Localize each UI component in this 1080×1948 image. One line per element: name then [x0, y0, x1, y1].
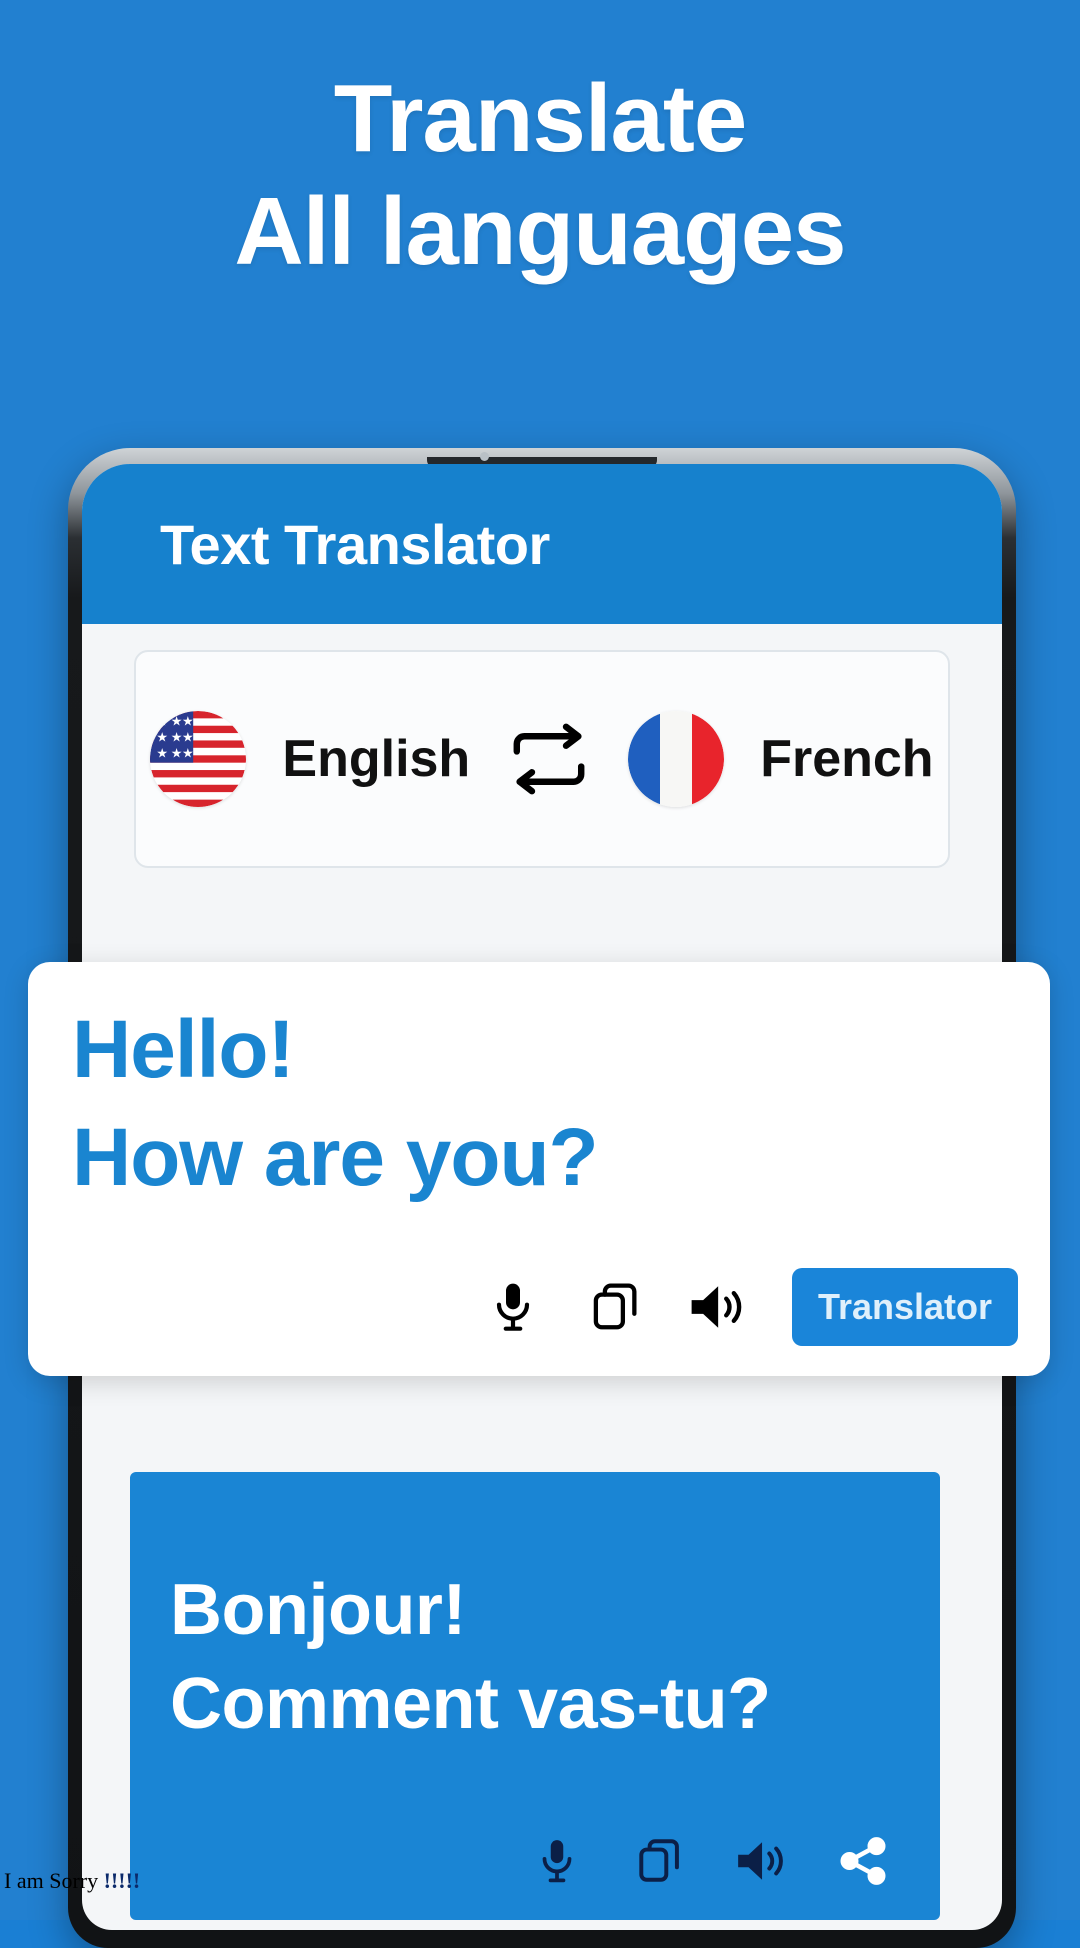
- source-text-line1: Hello!: [72, 1004, 295, 1095]
- fr-flag-icon: [628, 711, 725, 807]
- promo-headline-line2: All languages: [234, 178, 846, 286]
- language-selector[interactable]: ★ ★ ★ ★ ★ ★ ★ ★ ★ English French: [134, 650, 950, 868]
- swap-arrows-icon[interactable]: [506, 723, 592, 795]
- watermark-bangs: !!!!!: [103, 1868, 141, 1893]
- copy-icon[interactable]: [584, 1276, 646, 1338]
- copy-icon[interactable]: [628, 1830, 690, 1892]
- source-text-card[interactable]: Hello! How are you? Translator: [28, 962, 1050, 1376]
- svg-text:★: ★: [157, 745, 168, 760]
- source-text-line2: How are you?: [72, 1112, 599, 1204]
- svg-text:★: ★: [171, 745, 182, 760]
- svg-text:★: ★: [171, 713, 182, 728]
- speaker-icon[interactable]: [730, 1830, 792, 1892]
- speaker-icon[interactable]: [686, 1276, 748, 1338]
- result-text-card[interactable]: Bonjour! Comment vas-tu?: [130, 1472, 940, 1920]
- share-icon[interactable]: [832, 1830, 894, 1892]
- watermark-text: I am Sorry !!!!!: [4, 1868, 140, 1894]
- promo-headline-line1: Translate: [333, 65, 748, 172]
- result-action-row: [526, 1830, 894, 1892]
- target-language-label[interactable]: French: [760, 729, 933, 789]
- app-bar: Text Translator: [82, 464, 1002, 624]
- svg-text:★: ★: [157, 729, 168, 744]
- watermark-label: I am Sorry: [4, 1868, 104, 1893]
- svg-text:★: ★: [182, 713, 193, 728]
- source-language-label[interactable]: English: [282, 729, 470, 789]
- translate-button[interactable]: Translator: [791, 1268, 1018, 1346]
- microphone-icon[interactable]: [526, 1830, 588, 1892]
- result-text-line1: Bonjour!: [170, 1570, 466, 1650]
- svg-text:★: ★: [171, 729, 182, 744]
- microphone-icon[interactable]: [482, 1276, 544, 1338]
- phone-camera-dot: [480, 452, 489, 461]
- promo-headline: Translate All languages: [0, 62, 1080, 289]
- us-flag-icon: ★ ★ ★ ★ ★ ★ ★ ★ ★: [150, 711, 247, 807]
- app-title: Text Translator: [160, 512, 550, 576]
- svg-text:★: ★: [157, 713, 168, 728]
- source-action-row: Translator: [482, 1268, 1018, 1346]
- svg-text:★: ★: [182, 729, 193, 744]
- result-text-line2: Comment vas-tu?: [170, 1663, 771, 1744]
- svg-text:★: ★: [182, 745, 193, 760]
